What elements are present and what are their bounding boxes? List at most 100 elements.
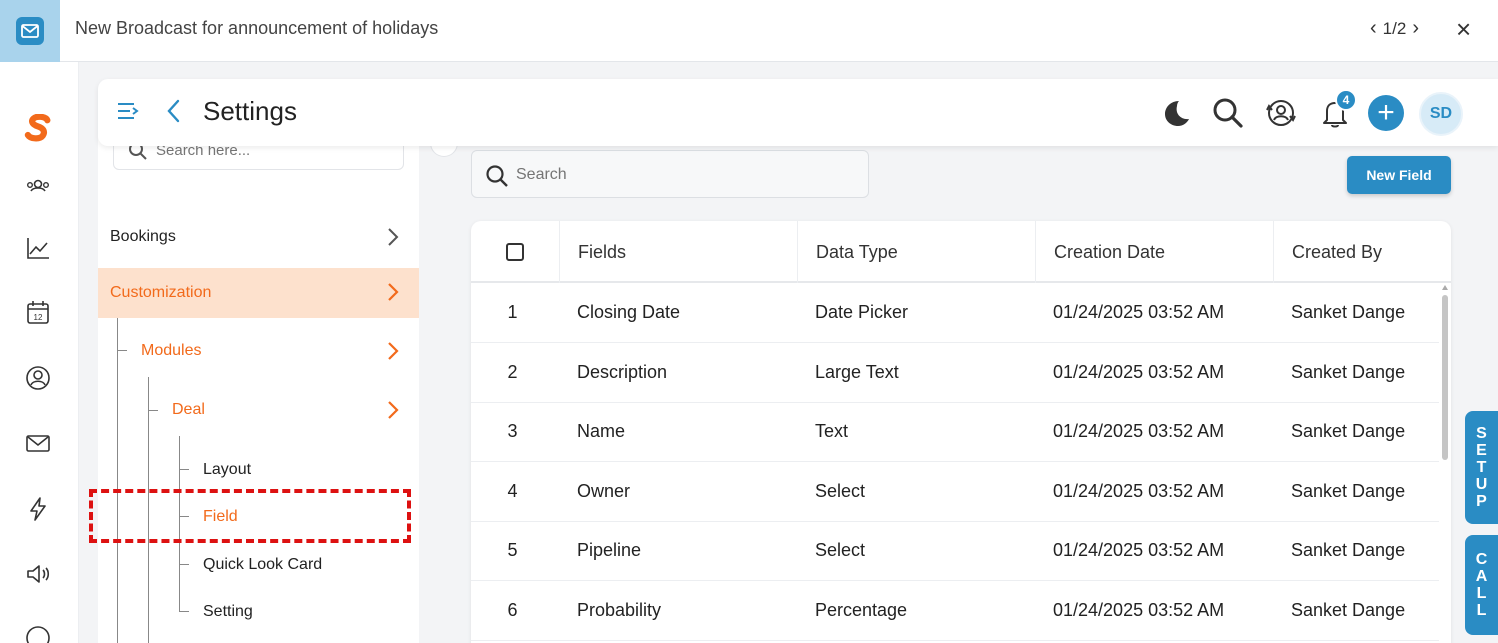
row-number: 2 bbox=[507, 362, 518, 382]
chevron-right-icon bbox=[388, 228, 399, 246]
menu-item-field[interactable]: Field bbox=[203, 508, 238, 526]
created-by-cell: Sanket Dange bbox=[1291, 600, 1406, 620]
menu-toggle-icon[interactable] bbox=[116, 99, 140, 123]
logo-icon[interactable] bbox=[20, 110, 56, 146]
tab-letter: S bbox=[1476, 425, 1487, 442]
menu-item-quick-look-card[interactable]: Quick Look Card bbox=[203, 556, 322, 574]
field-name-cell: Owner bbox=[577, 481, 631, 501]
chevron-right-icon bbox=[388, 401, 399, 419]
close-icon[interactable]: × bbox=[1456, 16, 1471, 42]
tree-connector bbox=[179, 557, 189, 565]
column-header-data-type[interactable]: Data Type bbox=[797, 221, 1035, 283]
notification-bell-icon[interactable]: 4 bbox=[1317, 89, 1357, 131]
created-by-cell: Sanket Dange bbox=[1291, 421, 1406, 441]
call-side-tab[interactable]: C A L L bbox=[1465, 535, 1498, 635]
table-row[interactable]: 4 Owner Select 01/24/2025 03:52 AM Sanke… bbox=[471, 462, 1439, 522]
tree-connector bbox=[179, 604, 189, 612]
menu-item-layout[interactable]: Layout bbox=[203, 461, 251, 479]
tab-letter: E bbox=[1476, 442, 1487, 459]
app-rail: 12 bbox=[0, 62, 79, 643]
announcement-banner: New Broadcast for announcement of holida… bbox=[0, 0, 1498, 62]
calendar-icon[interactable]: 12 bbox=[20, 294, 56, 330]
menu-item-setting[interactable]: Setting bbox=[203, 603, 253, 621]
search-icon[interactable] bbox=[1210, 95, 1246, 131]
creation-date-cell: 01/24/2025 03:52 AM bbox=[1053, 540, 1225, 560]
setup-side-tab[interactable]: S E T U P bbox=[1465, 411, 1498, 524]
tab-letter: T bbox=[1476, 459, 1487, 476]
search-icon bbox=[486, 165, 508, 187]
banner-pager: ‹ 1/2 › bbox=[1370, 17, 1419, 40]
menu-item-customization[interactable]: Customization bbox=[98, 268, 419, 318]
mail-icon bbox=[0, 0, 60, 62]
chevron-right-icon bbox=[388, 283, 399, 301]
row-number: 5 bbox=[507, 540, 518, 560]
table-row[interactable]: 2 Description Large Text 01/24/2025 03:5… bbox=[471, 343, 1439, 403]
field-name-cell: Name bbox=[577, 421, 626, 441]
data-type-cell: Text bbox=[815, 421, 849, 441]
user-switch-icon[interactable] bbox=[1263, 95, 1299, 131]
chevron-right-icon bbox=[388, 342, 399, 360]
banner-page-indicator: 1/2 bbox=[1382, 18, 1407, 38]
table-row[interactable]: 3 Name Text 01/24/2025 03:52 AM Sanket D… bbox=[471, 402, 1439, 462]
field-name-cell: Closing Date bbox=[577, 302, 681, 322]
tab-letter: A bbox=[1475, 568, 1488, 585]
row-number: 4 bbox=[507, 481, 518, 501]
menu-item-deal[interactable]: Deal bbox=[98, 386, 419, 434]
speaker-icon[interactable] bbox=[20, 556, 56, 592]
table-row[interactable]: 1 Closing Date Date Picker 01/24/2025 03… bbox=[471, 283, 1439, 343]
currency-icon[interactable] bbox=[20, 620, 56, 643]
user-avatar[interactable]: SD bbox=[1419, 92, 1463, 136]
fields-search-box[interactable] bbox=[471, 150, 869, 198]
tree-connector bbox=[179, 509, 189, 517]
menu-item-label: Bookings bbox=[110, 228, 176, 245]
fields-search-input[interactable] bbox=[516, 164, 846, 186]
chevron-left-icon[interactable]: ‹ bbox=[1370, 17, 1377, 40]
create-plus-button[interactable]: + bbox=[1368, 95, 1404, 131]
dark-mode-moon-icon[interactable] bbox=[1158, 95, 1194, 131]
calendar-day-label: 12 bbox=[34, 313, 43, 322]
page-title: Settings bbox=[203, 96, 297, 126]
scroll-thumb[interactable] bbox=[1442, 295, 1448, 460]
row-number: 3 bbox=[507, 421, 518, 441]
row-number: 6 bbox=[507, 600, 518, 620]
select-all-cell bbox=[471, 221, 559, 283]
creation-date-cell: 01/24/2025 03:52 AM bbox=[1053, 302, 1225, 322]
created-by-cell: Sanket Dange bbox=[1291, 481, 1406, 501]
settings-header: Settings 4 + SD bbox=[98, 79, 1498, 146]
new-field-button[interactable]: New Field bbox=[1347, 156, 1451, 194]
banner-message: New Broadcast for announcement of holida… bbox=[75, 18, 439, 38]
table-row[interactable]: 5 Pipeline Select 01/24/2025 03:52 AM Sa… bbox=[471, 521, 1439, 581]
tab-letter: L bbox=[1476, 602, 1487, 619]
user-circle-icon[interactable] bbox=[20, 360, 56, 396]
column-header-created-by[interactable]: Created By bbox=[1273, 221, 1451, 283]
select-all-checkbox[interactable] bbox=[506, 243, 524, 261]
back-chevron-icon[interactable] bbox=[164, 97, 184, 125]
column-header-fields[interactable]: Fields bbox=[559, 221, 797, 283]
data-type-cell: Select bbox=[815, 481, 866, 501]
scroll-up-arrow-icon[interactable] bbox=[1442, 285, 1448, 290]
fields-main-area: New Field Fields Data Type Creation Date… bbox=[443, 120, 1498, 643]
envelope-icon[interactable] bbox=[20, 425, 56, 461]
menu-item-label: Modules bbox=[141, 342, 202, 359]
contacts-icon[interactable] bbox=[20, 170, 56, 206]
analytics-icon[interactable] bbox=[20, 230, 56, 266]
settings-side-panel: Bookings Customization Modules Deal Layo… bbox=[98, 120, 419, 643]
field-name-cell: Probability bbox=[577, 600, 662, 620]
creation-date-cell: 01/24/2025 03:52 AM bbox=[1053, 600, 1225, 620]
field-name-cell: Pipeline bbox=[577, 540, 642, 560]
table-row[interactable]: 6 Probability Percentage 01/24/2025 03:5… bbox=[471, 581, 1439, 641]
creation-date-cell: 01/24/2025 03:52 AM bbox=[1053, 421, 1225, 441]
menu-item-label: Customization bbox=[110, 284, 212, 301]
created-by-cell: Sanket Dange bbox=[1291, 302, 1406, 322]
chevron-right-icon[interactable]: › bbox=[1412, 17, 1419, 40]
notification-count-badge: 4 bbox=[1335, 89, 1357, 111]
tab-letter: U bbox=[1475, 476, 1488, 493]
column-header-creation-date[interactable]: Creation Date bbox=[1035, 221, 1273, 283]
menu-item-modules[interactable]: Modules bbox=[98, 327, 419, 375]
table-header: Fields Data Type Creation Date Created B… bbox=[471, 221, 1451, 283]
created-by-cell: Sanket Dange bbox=[1291, 362, 1406, 382]
table-scrollbar[interactable] bbox=[1439, 283, 1451, 643]
data-type-cell: Date Picker bbox=[815, 302, 909, 322]
menu-item-bookings[interactable]: Bookings bbox=[98, 213, 419, 261]
bolt-icon[interactable] bbox=[20, 491, 56, 527]
